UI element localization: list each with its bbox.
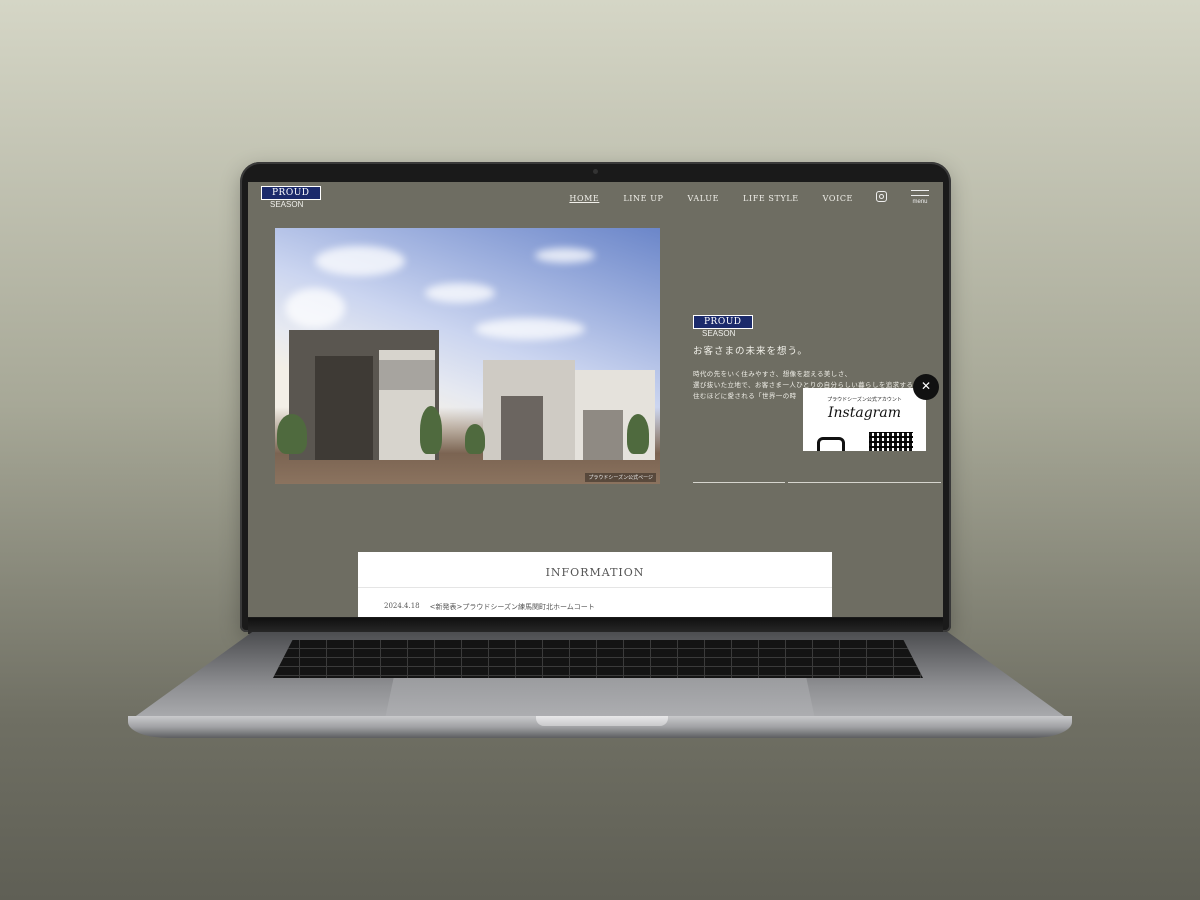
- instagram-logo-icon: [817, 437, 845, 451]
- laptop-trackpad: [385, 678, 815, 719]
- news-text: <新発表>プラウドシーズン練馬関町北ホームコート: [429, 603, 595, 611]
- nav-life-style[interactable]: LIFE STYLE: [743, 194, 799, 203]
- nav-line-up[interactable]: LINE UP: [623, 194, 663, 203]
- news-date: 2024.4.18: [384, 602, 420, 610]
- camera-icon: [593, 169, 598, 174]
- divider-lines: [693, 482, 941, 483]
- logo-season: SEASON: [270, 200, 304, 209]
- laptop-lid: PROUD SEASON HOME LINE UP VALUE LIFE STY…: [240, 162, 951, 632]
- side-logo-proud: PROUD: [693, 315, 753, 329]
- main-nav: HOME LINE UP VALUE LIFE STYLE VOICE: [545, 194, 853, 203]
- concept-tagline: お客さまの未来を想う。: [693, 346, 808, 357]
- site-logo[interactable]: PROUD SEASON: [261, 186, 321, 210]
- instagram-wordmark: Instagram: [828, 405, 901, 421]
- side-logo: PROUD SEASON: [693, 315, 941, 339]
- hero-caption: プラウドシーズン公式ページ: [585, 473, 656, 482]
- website-screen: PROUD SEASON HOME LINE UP VALUE LIFE STY…: [248, 182, 943, 617]
- nav-value[interactable]: VALUE: [688, 194, 719, 203]
- laptop-keyboard: [273, 640, 923, 678]
- close-popup-button[interactable]: ✕: [913, 374, 939, 400]
- information-panel: INFORMATION 2024.4.18 <新発表>プラウドシーズン練馬関町北…: [358, 552, 832, 617]
- nav-home[interactable]: HOME: [569, 194, 599, 203]
- instagram-popup-caption: プラウドシーズン公式アカウント: [827, 397, 902, 403]
- laptop-notch: [536, 716, 668, 726]
- logo-proud: PROUD: [261, 186, 321, 200]
- nav-voice[interactable]: VOICE: [823, 194, 853, 203]
- news-item[interactable]: 2024.4.18 <新発表>プラウドシーズン練馬関町北ホームコート: [384, 602, 832, 612]
- side-logo-season: SEASON: [702, 329, 736, 338]
- laptop-screen-chin: [248, 618, 943, 634]
- hamburger-menu-button[interactable]: menu: [911, 186, 929, 205]
- hero-image: プラウドシーズン公式ページ: [275, 228, 660, 484]
- qr-code-icon: [869, 432, 913, 451]
- instagram-icon[interactable]: [876, 191, 887, 202]
- information-title: INFORMATION: [358, 552, 832, 588]
- instagram-popup[interactable]: プラウドシーズン公式アカウント Instagram: [803, 388, 926, 451]
- menu-label: menu: [912, 199, 928, 205]
